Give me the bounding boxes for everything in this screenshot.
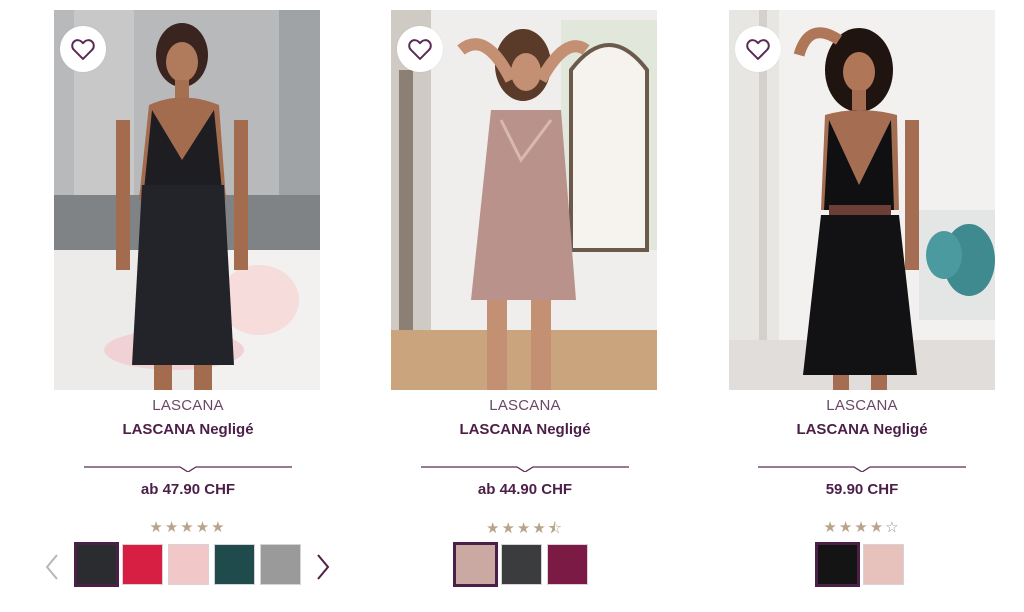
- rating-stars: ★★★★☆: [702, 518, 1022, 536]
- rating-stars: ★★★★⯪: [365, 518, 685, 543]
- swatches-prev-button[interactable]: [42, 552, 62, 582]
- chevron-right-icon: [317, 554, 330, 580]
- color-swatches: [815, 542, 904, 588]
- product-brand[interactable]: LASCANA: [28, 397, 348, 414]
- color-swatch[interactable]: [547, 544, 588, 585]
- price-divider: [758, 462, 966, 472]
- color-swatch[interactable]: [214, 544, 255, 585]
- color-swatches: [74, 542, 301, 588]
- product-card-2[interactable]: LASCANA LASCANA Negligé ab 44.90 CHF ★★★…: [365, 0, 685, 612]
- color-swatch[interactable]: [453, 542, 498, 587]
- product-brand[interactable]: LASCANA: [702, 397, 1022, 414]
- product-price: ab 47.90 CHF: [140, 481, 236, 498]
- product-image[interactable]: [391, 10, 657, 390]
- favorite-button[interactable]: [60, 26, 106, 72]
- chevron-left-icon: [45, 554, 58, 580]
- color-swatch[interactable]: [863, 544, 904, 585]
- product-card-1[interactable]: LASCANA LASCANA Negligé ab 47.90 CHF ★★★…: [0, 0, 330, 612]
- favorite-button[interactable]: [735, 26, 781, 72]
- product-title[interactable]: LASCANA Negligé: [365, 421, 685, 438]
- heart-outline-icon: [408, 39, 432, 60]
- product-brand[interactable]: LASCANA: [365, 397, 685, 414]
- color-swatch[interactable]: [74, 542, 119, 587]
- color-swatch[interactable]: [815, 542, 860, 587]
- price-divider: [421, 462, 629, 472]
- product-image[interactable]: [729, 10, 995, 390]
- heart-outline-icon: [71, 39, 95, 60]
- color-swatches: [453, 542, 588, 588]
- product-title[interactable]: LASCANA Negligé: [28, 421, 348, 438]
- rating-filled-stars: ★★★★⯪: [486, 519, 564, 537]
- color-swatch[interactable]: [260, 544, 301, 585]
- favorite-button[interactable]: [397, 26, 443, 72]
- color-swatch[interactable]: [122, 544, 163, 585]
- rating-filled-stars: ★★★★★: [149, 518, 227, 536]
- color-swatch[interactable]: [168, 544, 209, 585]
- color-swatch[interactable]: [501, 544, 542, 585]
- product-price: ab 44.90 CHF: [477, 481, 573, 498]
- product-card-3[interactable]: LASCANA LASCANA Negligé 59.90 CHF ★★★★☆: [702, 0, 1022, 612]
- swatches-next-button[interactable]: [313, 552, 333, 582]
- product-image[interactable]: [54, 10, 320, 390]
- rating-stars: ★★★★★: [28, 518, 348, 536]
- price-divider: [84, 462, 292, 472]
- rating-filled-stars: ★★★★: [823, 518, 886, 536]
- product-price: 59.90 CHF: [825, 481, 899, 498]
- heart-outline-icon: [746, 39, 770, 60]
- product-title[interactable]: LASCANA Negligé: [702, 421, 1022, 438]
- rating-empty-stars: ☆: [885, 518, 901, 536]
